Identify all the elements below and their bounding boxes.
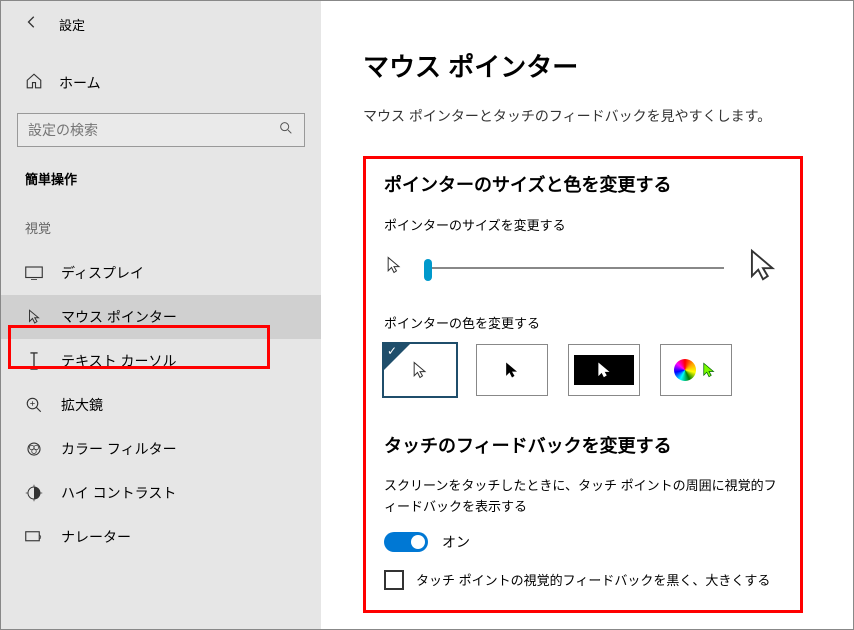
color-option-inverted[interactable] bbox=[568, 344, 640, 396]
home-link[interactable]: ホーム bbox=[1, 64, 321, 101]
color-option-white[interactable] bbox=[384, 344, 456, 396]
touch-feedback-toggle[interactable] bbox=[384, 532, 428, 552]
toggle-on-label: オン bbox=[442, 532, 470, 552]
nav-color-filter[interactable]: カラー フィルター bbox=[1, 427, 321, 471]
main-content: マウス ポインター マウス ポインターとタッチのフィードバックを見やすくします。… bbox=[321, 1, 853, 629]
nav-label: カラー フィルター bbox=[61, 439, 177, 459]
cursor-large-icon bbox=[744, 246, 782, 289]
home-icon bbox=[25, 72, 43, 93]
checkbox-label: タッチ ポイントの視覚的フィードバックを黒く、大きくする bbox=[416, 570, 770, 589]
nav-text-cursor[interactable]: テキスト カーソル bbox=[1, 339, 321, 383]
section-heading-touch: タッチのフィードバックを変更する bbox=[384, 432, 782, 458]
magnifier-icon bbox=[25, 396, 43, 414]
color-label: ポインターの色を変更する bbox=[384, 313, 782, 332]
nav-label: ハイ コントラスト bbox=[61, 483, 176, 503]
nav-label: ナレーター bbox=[61, 527, 131, 547]
nav-label: ディスプレイ bbox=[61, 263, 144, 283]
color-filter-icon bbox=[25, 440, 43, 458]
nav-magnifier[interactable]: 拡大鏡 bbox=[1, 383, 321, 427]
nav-label: テキスト カーソル bbox=[61, 351, 176, 371]
nav-label: マウス ポインター bbox=[61, 307, 177, 327]
nav-label: 拡大鏡 bbox=[61, 395, 103, 415]
nav-narrator[interactable]: ナレーター bbox=[1, 515, 321, 559]
touch-description: スクリーンをタッチしたときに、タッチ ポイントの周囲に視覚的フィードバックを表示… bbox=[384, 476, 782, 518]
contrast-icon bbox=[25, 484, 43, 502]
display-icon bbox=[25, 266, 43, 280]
search-box[interactable] bbox=[17, 113, 305, 147]
nav-display[interactable]: ディスプレイ bbox=[1, 251, 321, 295]
nav-mouse-pointer[interactable]: マウス ポインター bbox=[1, 295, 321, 339]
group-label: 視覚 bbox=[1, 218, 321, 237]
section-title: 簡単操作 bbox=[1, 169, 321, 188]
home-label: ホーム bbox=[59, 73, 101, 93]
touch-dark-large-checkbox[interactable] bbox=[384, 570, 404, 590]
search-icon bbox=[278, 120, 294, 141]
pointer-icon bbox=[25, 308, 43, 326]
search-input[interactable] bbox=[28, 122, 278, 138]
slider-track[interactable] bbox=[424, 267, 724, 269]
pointer-color-options bbox=[384, 344, 782, 396]
app-title: 設定 bbox=[59, 15, 85, 34]
color-option-custom[interactable] bbox=[660, 344, 732, 396]
narrator-icon bbox=[25, 529, 43, 545]
size-label: ポインターのサイズを変更する bbox=[384, 215, 782, 234]
color-option-black[interactable] bbox=[476, 344, 548, 396]
nav-high-contrast[interactable]: ハイ コントラスト bbox=[1, 471, 321, 515]
page-subtitle: マウス ポインターとタッチのフィードバックを見やすくします。 bbox=[363, 106, 803, 126]
highlighted-section: ポインターのサイズと色を変更する ポインターのサイズを変更する ポインターの色を… bbox=[363, 156, 803, 613]
color-wheel-icon bbox=[674, 359, 696, 381]
page-title: マウス ポインター bbox=[363, 47, 803, 84]
pointer-size-slider[interactable] bbox=[384, 246, 782, 289]
sidebar: 設定 ホーム 簡単操作 視覚 ディスプレイ マウス ポインター テキスト カーソ… bbox=[1, 1, 321, 629]
section-heading-size-color: ポインターのサイズと色を変更する bbox=[384, 171, 782, 197]
slider-thumb[interactable] bbox=[424, 259, 432, 281]
text-cursor-icon bbox=[25, 352, 43, 370]
cursor-small-icon bbox=[384, 255, 404, 280]
back-icon[interactable] bbox=[25, 15, 39, 34]
